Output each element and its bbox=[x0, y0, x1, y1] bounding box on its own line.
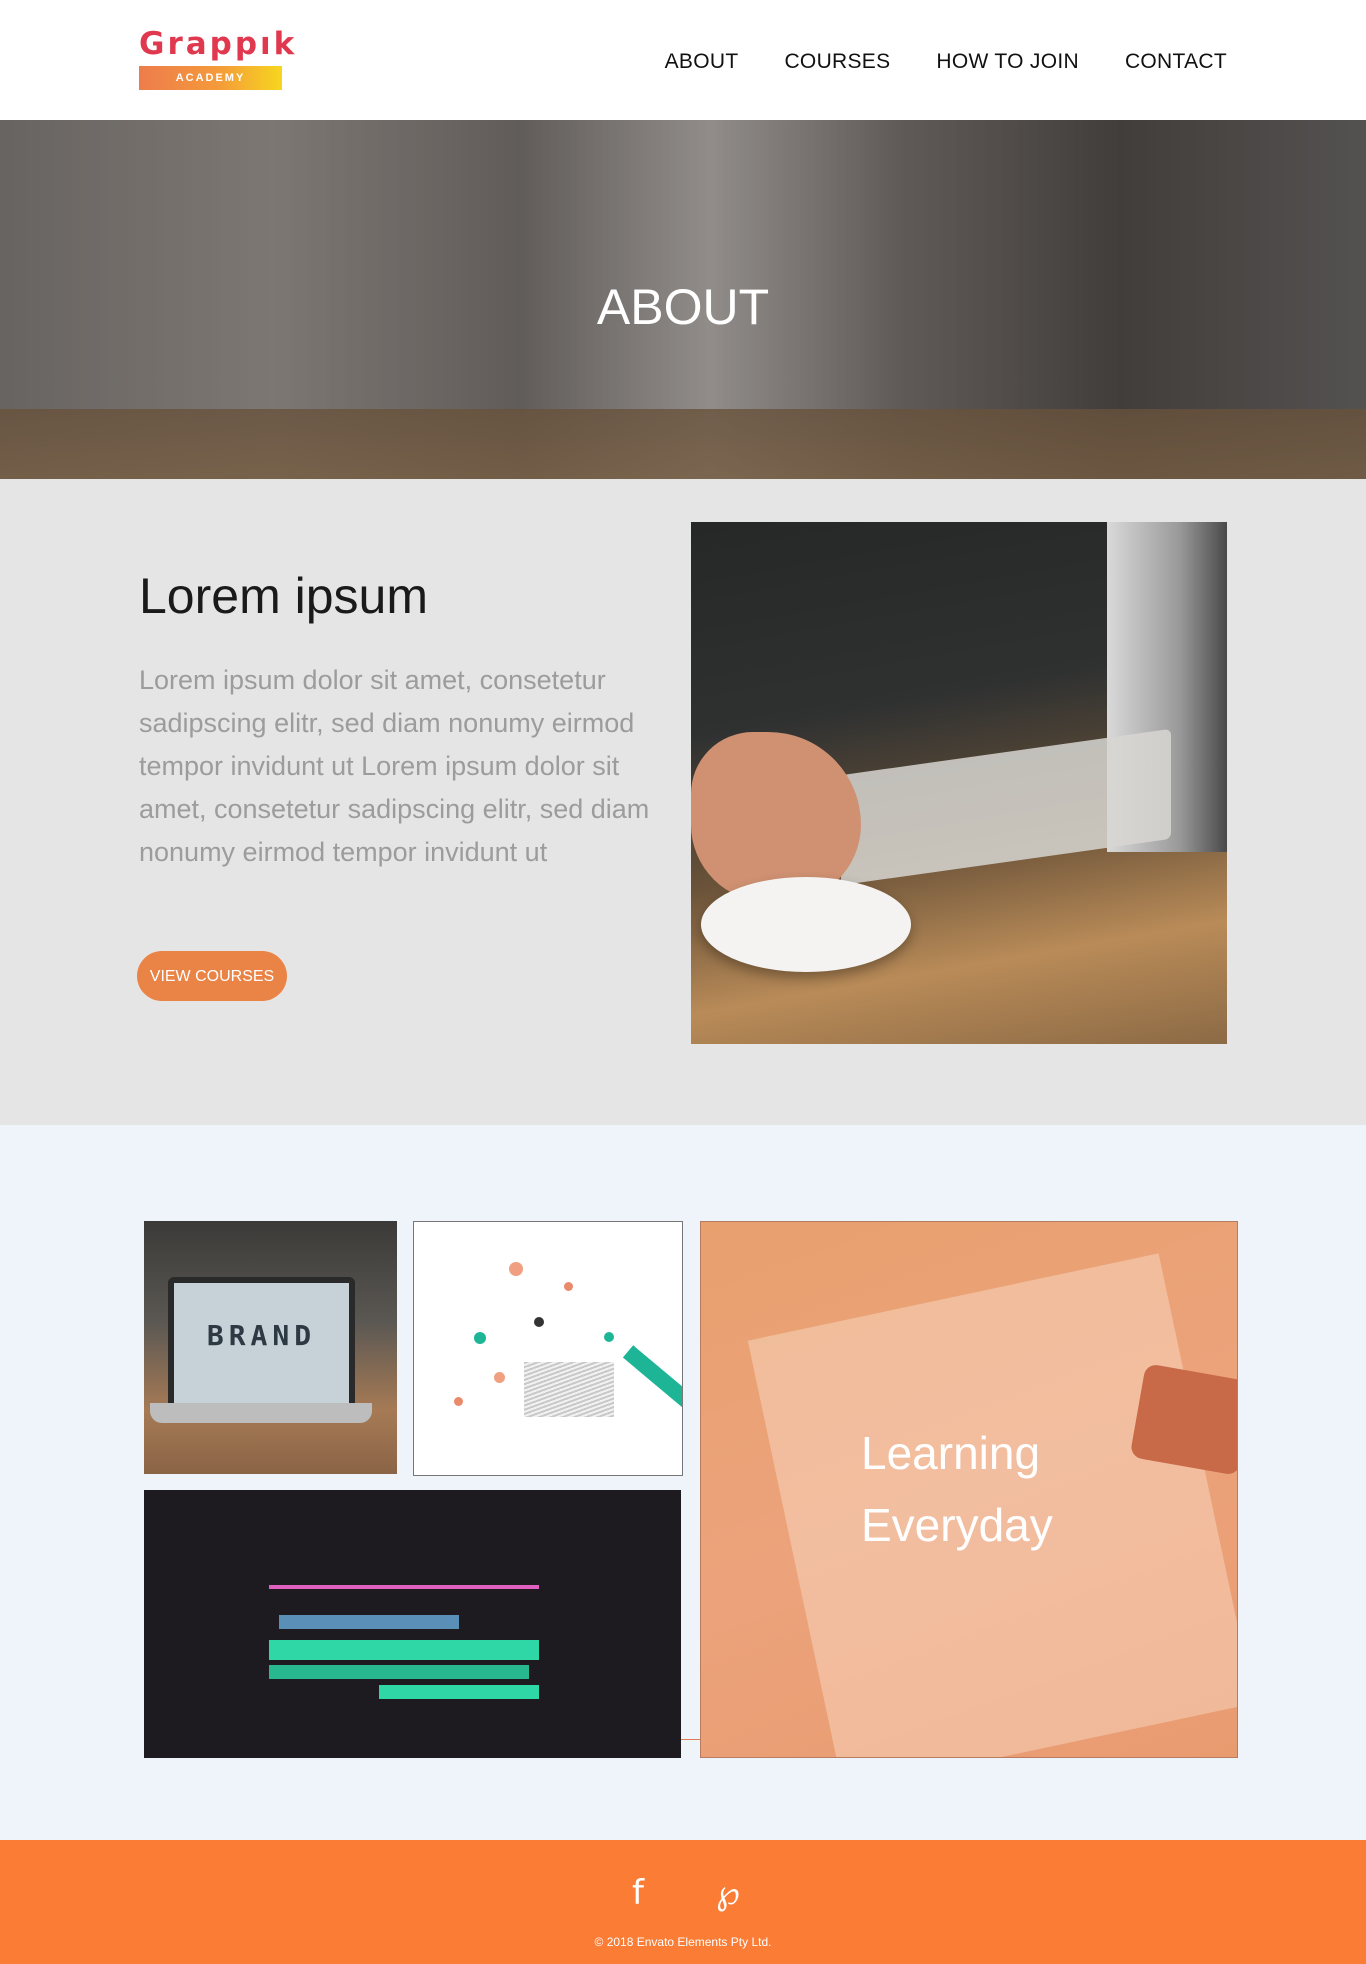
gallery-learning-card: Learning Everyday bbox=[700, 1221, 1238, 1758]
gallery-video-editor bbox=[144, 1490, 681, 1758]
learning-line-2: Everyday bbox=[861, 1499, 1053, 1551]
laptop-screen: BRAND bbox=[168, 1277, 355, 1409]
logo[interactable]: Grappık ACADEMY bbox=[139, 26, 298, 90]
desk-photo bbox=[691, 522, 1227, 1044]
hero-banner: ABOUT bbox=[0, 120, 1366, 479]
timeline-track bbox=[269, 1640, 539, 1660]
pencil-image bbox=[622, 1345, 682, 1435]
nav-how-to-join[interactable]: HOW TO JOIN bbox=[936, 50, 1079, 74]
shaving bbox=[454, 1397, 463, 1406]
facebook-icon[interactable]: f bbox=[621, 1873, 655, 1913]
nav-about[interactable]: ABOUT bbox=[665, 50, 739, 74]
logo-tagline: ACADEMY bbox=[139, 66, 282, 90]
main-nav: ABOUT COURSES HOW TO JOIN CONTACT bbox=[665, 50, 1227, 74]
timeline-track bbox=[279, 1615, 459, 1629]
divider bbox=[681, 1739, 700, 1740]
shaving bbox=[494, 1372, 505, 1383]
brand-screen-text: BRAND bbox=[206, 1319, 317, 1352]
logo-wordmark: Grappık bbox=[139, 26, 298, 62]
mouse-image bbox=[701, 877, 911, 972]
shaving bbox=[534, 1317, 544, 1327]
copyright-text: © 2018 Envato Elements Pty Ltd. bbox=[594, 1935, 772, 1949]
timeline-track bbox=[269, 1665, 529, 1679]
pinterest-icon[interactable]: ℘ bbox=[711, 1873, 745, 1913]
nav-courses[interactable]: COURSES bbox=[784, 50, 890, 74]
about-heading: Lorem ipsum bbox=[139, 568, 428, 624]
timeline-track bbox=[269, 1585, 539, 1589]
learning-caption: Learning Everyday bbox=[861, 1417, 1053, 1561]
view-courses-button[interactable]: VIEW COURSES bbox=[137, 951, 287, 1001]
shaving bbox=[604, 1332, 614, 1342]
gallery-brand-laptop: BRAND bbox=[144, 1221, 397, 1474]
gallery-section: BRAND Learning Everyday bbox=[0, 1125, 1366, 1840]
nav-contact[interactable]: CONTACT bbox=[1125, 50, 1227, 74]
shaving bbox=[474, 1332, 486, 1344]
about-section: Lorem ipsum Lorem ipsum dolor sit amet, … bbox=[0, 479, 1366, 1125]
phone-image bbox=[1129, 1363, 1237, 1476]
page-title: ABOUT bbox=[596, 279, 770, 335]
timeline-track bbox=[379, 1685, 539, 1699]
learning-line-1: Learning bbox=[861, 1427, 1041, 1479]
social-links: f ℘ bbox=[0, 1873, 1366, 1913]
pencil-scribble bbox=[524, 1362, 614, 1417]
editor-timeline bbox=[269, 1585, 539, 1715]
site-header: Grappık ACADEMY ABOUT COURSES HOW TO JOI… bbox=[0, 0, 1366, 120]
shaving bbox=[509, 1262, 523, 1276]
gallery-pencil-shavings bbox=[413, 1221, 683, 1476]
shaving bbox=[564, 1282, 573, 1291]
laptop-base bbox=[150, 1403, 372, 1423]
keyboard-image bbox=[841, 728, 1171, 886]
site-footer: f ℘ © 2018 Envato Elements Pty Ltd. bbox=[0, 1840, 1366, 1964]
hand-image bbox=[691, 732, 861, 902]
about-paragraph: Lorem ipsum dolor sit amet, consetetur s… bbox=[139, 665, 650, 867]
